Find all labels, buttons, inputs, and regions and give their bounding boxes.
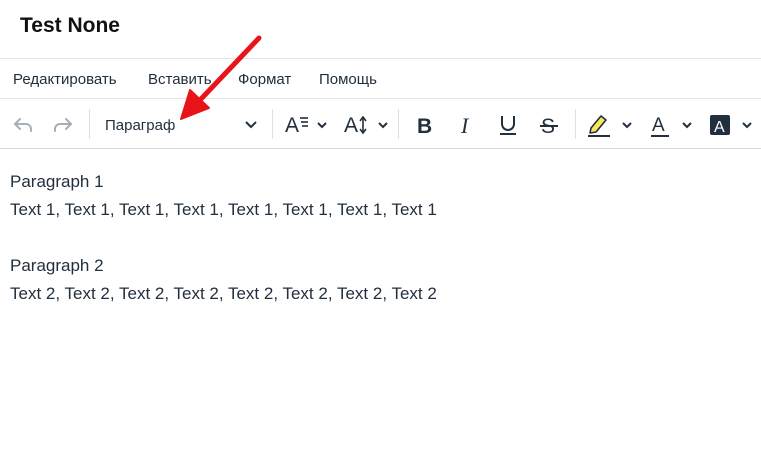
strikethrough-icon: S xyxy=(540,115,558,137)
svg-text:A: A xyxy=(652,115,665,136)
menu-item-edit[interactable]: Редактировать xyxy=(13,71,117,88)
font-size-button[interactable]: A xyxy=(340,109,394,141)
text-color-button[interactable]: A xyxy=(646,109,696,141)
block-format-value: Параграф xyxy=(105,116,176,134)
svg-text:I: I xyxy=(460,113,470,137)
undo-button[interactable] xyxy=(8,109,38,141)
highlight-icon xyxy=(588,115,632,137)
chevron-down-icon xyxy=(244,118,258,137)
toolbar-separator xyxy=(575,109,576,139)
paragraph-heading: Paragraph 1 xyxy=(10,172,104,191)
redo-icon xyxy=(54,118,72,132)
toolbar: Параграф A A B I S A A xyxy=(0,100,761,149)
italic-icon: I xyxy=(460,113,470,137)
menu-item-insert[interactable]: Вставить xyxy=(148,71,212,88)
font-family-button[interactable]: A xyxy=(282,109,332,141)
background-color-button[interactable]: A xyxy=(706,109,756,141)
editor-content[interactable]: Paragraph 1 Text 1, Text 1, Text 1, Text… xyxy=(10,168,437,308)
underline-button[interactable] xyxy=(494,109,522,141)
menu-item-help[interactable]: Помощь xyxy=(319,71,377,88)
font-size-icon: A xyxy=(344,114,388,137)
paragraph-text: Text 1, Text 1, Text 1, Text 1, Text 1, … xyxy=(10,200,437,219)
highlight-button[interactable] xyxy=(584,109,636,141)
toolbar-separator xyxy=(398,109,399,139)
menu-item-format[interactable]: Формат xyxy=(238,71,291,88)
strikethrough-button[interactable]: S xyxy=(535,109,563,141)
italic-button[interactable]: I xyxy=(452,109,478,141)
text-color-icon: A xyxy=(651,115,692,137)
svg-text:B: B xyxy=(417,115,432,137)
bold-button[interactable]: B xyxy=(410,109,438,141)
undo-icon xyxy=(14,118,32,132)
paragraph-text: Text 2, Text 2, Text 2, Text 2, Text 2, … xyxy=(10,284,437,303)
svg-text:A: A xyxy=(285,114,299,137)
svg-text:A: A xyxy=(344,114,358,137)
bold-icon: B xyxy=(417,115,432,137)
font-family-icon: A xyxy=(285,114,327,137)
svg-text:A: A xyxy=(714,119,725,136)
page-title: Test None xyxy=(20,14,120,37)
paragraph-heading: Paragraph 2 xyxy=(10,256,104,275)
menu-bar: Редактировать Вставить Формат Помощь xyxy=(0,60,761,99)
background-color-icon: A xyxy=(710,115,752,136)
toolbar-separator xyxy=(89,109,90,139)
toolbar-separator xyxy=(272,109,273,139)
title-bar: Test None xyxy=(0,0,761,59)
underline-icon xyxy=(500,116,516,135)
redo-button[interactable] xyxy=(48,109,78,141)
block-format-select[interactable]: Параграф xyxy=(100,109,266,141)
empty-line xyxy=(10,224,437,252)
